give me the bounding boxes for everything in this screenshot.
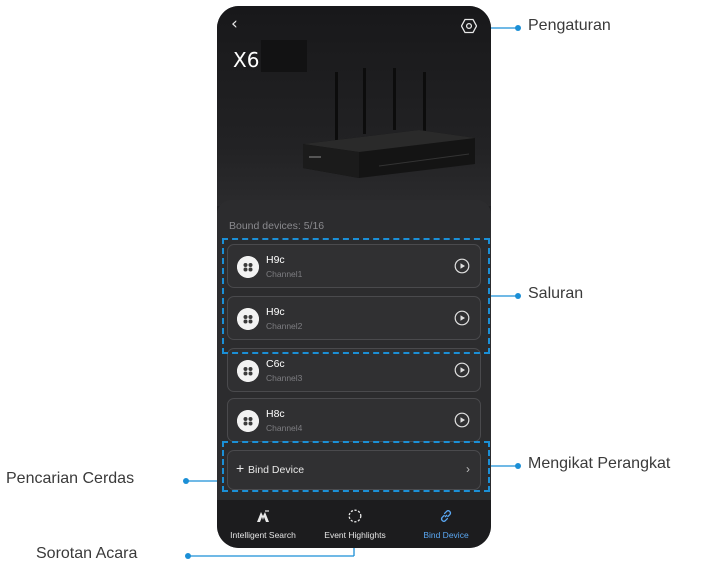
link-icon bbox=[440, 510, 452, 522]
tab-intelligent-search[interactable]: Intelligent Search bbox=[217, 500, 309, 548]
device-avatar-icon bbox=[237, 410, 259, 432]
settings-gear-icon[interactable] bbox=[461, 18, 477, 34]
tab-event-highlights[interactable]: Event Highlights bbox=[309, 500, 401, 548]
channel-label: Channel3 bbox=[266, 373, 303, 383]
callout-settings: Pengaturan bbox=[528, 17, 611, 34]
device-title: X6 bbox=[233, 48, 260, 72]
bottom-tab-bar: Intelligent Search Event Highlights Bind… bbox=[217, 500, 491, 548]
device-avatar-icon bbox=[237, 360, 259, 382]
tab-bind-device[interactable]: Bind Device bbox=[401, 500, 491, 548]
channel-card[interactable]: C6c Channel3 bbox=[227, 348, 481, 392]
event-highlights-icon bbox=[348, 509, 362, 523]
play-icon[interactable] bbox=[454, 362, 470, 378]
intelligent-search-icon bbox=[257, 510, 269, 522]
play-icon[interactable] bbox=[454, 412, 470, 428]
channels-highlight-box bbox=[222, 238, 490, 354]
device-name: H8c bbox=[266, 408, 285, 420]
back-button[interactable]: ‹ bbox=[231, 16, 238, 33]
tab-label: Event Highlights bbox=[324, 530, 386, 540]
channel-label: Channel4 bbox=[266, 423, 303, 433]
callout-intelligent-search: Pencarian Cerdas bbox=[6, 470, 135, 487]
tab-label: Intelligent Search bbox=[230, 530, 296, 540]
callout-channels: Saluran bbox=[528, 285, 584, 302]
callout-event-highlights: Sorotan Acara bbox=[36, 545, 138, 562]
channel-card[interactable]: H8c Channel4 bbox=[227, 398, 481, 442]
router-image bbox=[303, 68, 475, 178]
tab-label: Bind Device bbox=[423, 530, 469, 540]
device-name: C6c bbox=[266, 358, 285, 370]
callout-bind-device: Mengikat Perangkat bbox=[528, 455, 671, 472]
bound-devices-count: Bound devices: 5/16 bbox=[229, 220, 325, 232]
bind-device-highlight-box bbox=[222, 441, 490, 492]
